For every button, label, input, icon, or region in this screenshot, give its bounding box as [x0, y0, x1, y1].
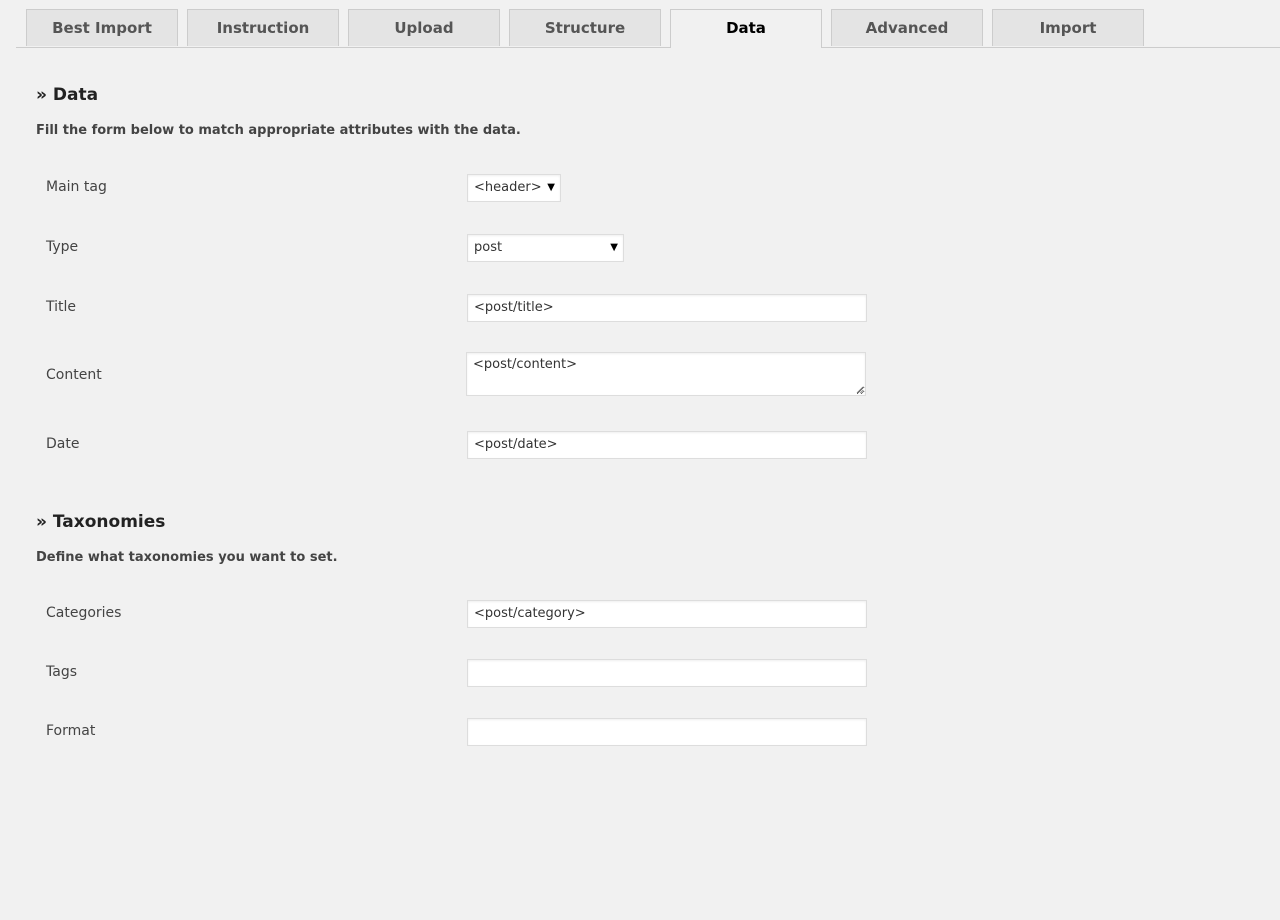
title-input[interactable]: <post/title> — [467, 294, 867, 322]
content-textarea-value: <post/content> — [473, 357, 578, 372]
type-select[interactable]: post ▼ — [467, 234, 624, 262]
tab-import[interactable]: Import — [992, 9, 1144, 46]
date-label: Date — [46, 436, 80, 452]
content-label: Content — [46, 367, 102, 383]
tab-advanced[interactable]: Advanced — [831, 9, 983, 46]
data-section-description: Fill the form below to match appropriate… — [36, 123, 521, 138]
main-tag-label: Main tag — [46, 179, 107, 195]
type-label: Type — [46, 239, 79, 255]
data-section-title: » Data — [36, 85, 99, 105]
title-label: Title — [46, 299, 77, 315]
type-select-value: post — [474, 240, 503, 255]
taxonomies-section-title: » Taxonomies — [36, 512, 166, 532]
tab-structure[interactable]: Structure — [509, 9, 661, 46]
tags-input[interactable] — [467, 659, 867, 687]
resize-grip-icon[interactable] — [856, 386, 864, 394]
date-input[interactable]: <post/date> — [467, 431, 867, 459]
main-tag-select-value: <header> — [474, 180, 542, 195]
taxonomies-section-description: Define what taxonomies you want to set. — [36, 550, 338, 565]
caret-down-icon: ▼ — [547, 182, 555, 193]
categories-label: Categories — [46, 605, 122, 621]
tab-data[interactable]: Data — [670, 9, 822, 48]
tab-best-import[interactable]: Best Import — [26, 9, 178, 46]
tab-upload[interactable]: Upload — [348, 9, 500, 46]
caret-down-icon: ▼ — [610, 242, 618, 253]
categories-input[interactable]: <post/category> — [467, 600, 867, 628]
format-label: Format — [46, 723, 96, 739]
tab-bar: Best Import Instruction Upload Structure… — [16, 9, 1280, 48]
tags-label: Tags — [46, 664, 77, 680]
tab-instruction[interactable]: Instruction — [187, 9, 339, 46]
format-input[interactable] — [467, 718, 867, 746]
main-tag-select[interactable]: <header> ▼ — [467, 174, 561, 202]
content-textarea[interactable]: <post/content> — [466, 352, 866, 396]
